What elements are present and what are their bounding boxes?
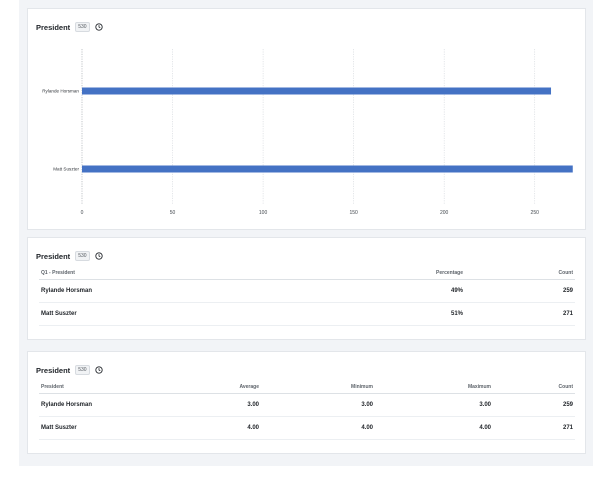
x-tick-label: 250 xyxy=(531,210,540,216)
column-header[interactable]: Q1 - President xyxy=(39,267,339,280)
response-count-badge: 530 xyxy=(75,365,90,375)
table-cell: Matt Suszter xyxy=(39,302,339,326)
column-header[interactable]: Count xyxy=(493,381,575,394)
table-cell: 3.00 xyxy=(159,393,261,417)
table-cell: 3.00 xyxy=(375,393,493,417)
card-title: President xyxy=(36,365,71,375)
table-cell: Rylande Horsman xyxy=(39,279,339,303)
column-header[interactable]: President xyxy=(39,381,159,394)
x-tick-label: 0 xyxy=(81,210,84,216)
x-tick-label: 200 xyxy=(440,210,449,216)
stats-table-card: President 530 President Average Minimum … xyxy=(27,351,586,454)
table-cell: 271 xyxy=(465,302,575,326)
card-title: President xyxy=(36,251,71,261)
x-tick-label: 50 xyxy=(170,210,176,216)
clock-icon[interactable] xyxy=(94,252,103,260)
x-tick-label: 150 xyxy=(349,210,358,216)
table-header-row: Q1 - President Percentage Count xyxy=(39,267,575,280)
table-cell: 259 xyxy=(493,393,575,417)
category-label: Rylande Horsman xyxy=(42,89,79,94)
table-cell: 259 xyxy=(465,279,575,303)
table-row: Rylande Horsman 3.00 3.00 3.00 259 xyxy=(39,393,575,417)
column-header[interactable]: Count xyxy=(465,267,575,280)
column-header[interactable]: Percentage xyxy=(339,267,465,280)
x-tick-label: 100 xyxy=(259,210,268,216)
table-cell: Matt Suszter xyxy=(39,416,159,440)
table-row: Matt Suszter 51% 271 xyxy=(39,302,575,326)
table-row: Matt Suszter 4.00 4.00 4.00 271 xyxy=(39,416,575,440)
category-label: Matt Suszter xyxy=(53,167,79,172)
column-header[interactable]: Average xyxy=(159,381,261,394)
table-row: Rylande Horsman 49% 259 xyxy=(39,279,575,303)
bar xyxy=(82,87,552,95)
table-cell: 51% xyxy=(339,302,465,326)
table-header-row: President Average Minimum Maximum Count xyxy=(39,381,575,394)
column-header[interactable]: Maximum xyxy=(375,381,493,394)
clock-icon[interactable] xyxy=(94,366,103,374)
bar-chart: 0 50 100 150 200 250 Rylande Horsman Matt Suszt… xyxy=(42,49,573,216)
table-cell: 4.00 xyxy=(375,416,493,440)
table-cell: 49% xyxy=(339,279,465,303)
percentage-table-card: President 530 Q1 - President Percentage … xyxy=(27,237,586,340)
percentage-card-header: President 530 xyxy=(36,249,103,263)
stats-table: President Average Minimum Maximum Count … xyxy=(39,381,575,440)
table-cell: Rylande Horsman xyxy=(39,393,159,417)
table-cell: 3.00 xyxy=(261,393,375,417)
stats-card-header: President 530 xyxy=(36,363,103,377)
percentage-table: Q1 - President Percentage Count Rylande … xyxy=(39,267,575,326)
chart-card: President 530 0 50 100 150 200 250 Rylande Hor… xyxy=(27,8,586,230)
table-cell: 271 xyxy=(493,416,575,440)
table-cell: 4.00 xyxy=(261,416,375,440)
table-cell: 4.00 xyxy=(159,416,261,440)
bar xyxy=(82,165,573,173)
column-header[interactable]: Minimum xyxy=(261,381,375,394)
response-count-badge: 530 xyxy=(75,251,90,261)
